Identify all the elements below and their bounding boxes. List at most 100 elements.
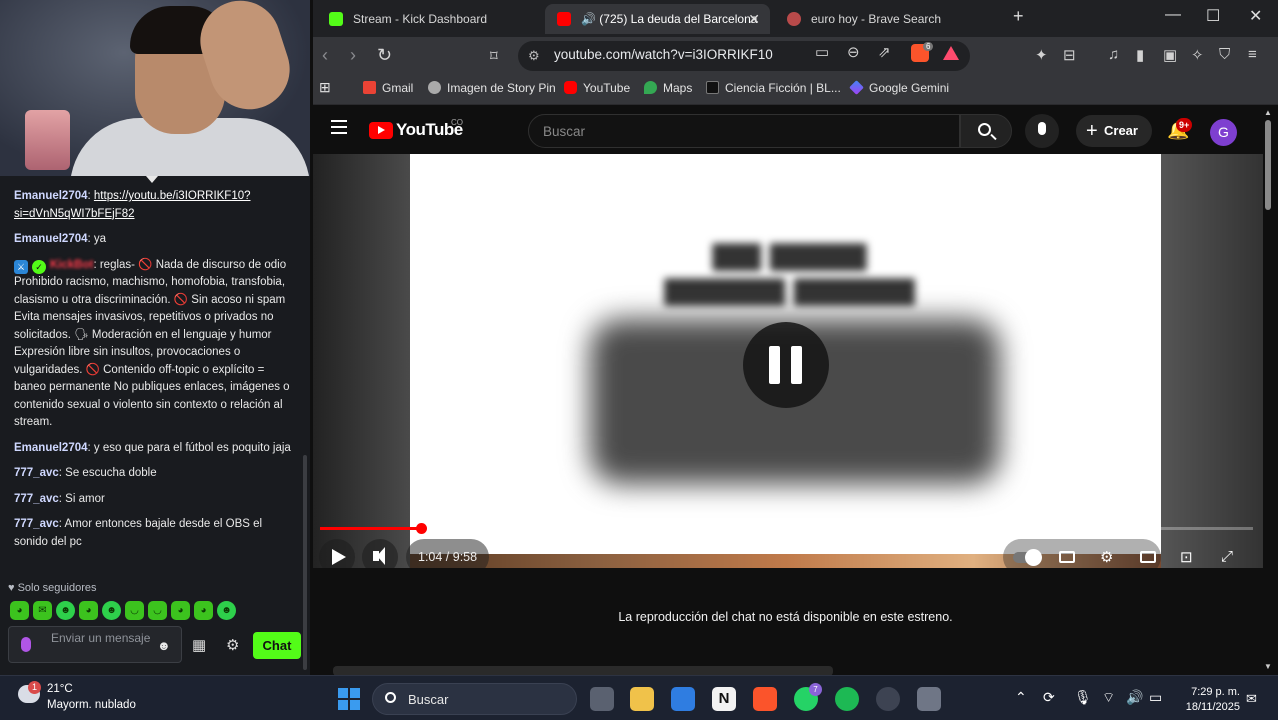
scrubber-handle[interactable] bbox=[415, 523, 427, 534]
volume-button[interactable] bbox=[362, 539, 398, 568]
youtube-search-input[interactable]: Buscar bbox=[528, 114, 960, 148]
sidebar-icon[interactable]: ▮ bbox=[1136, 46, 1144, 64]
speaker-icon[interactable]: 🔊 bbox=[1126, 689, 1143, 706]
bookmark-ciencia-ficcion[interactable]: Ciencia Ficción | BL... bbox=[706, 81, 841, 95]
progress-bar[interactable] bbox=[320, 523, 1253, 534]
emote-icon[interactable]: ☻ bbox=[56, 601, 75, 620]
leo-ai-icon[interactable]: ✧ bbox=[1191, 46, 1204, 64]
settings-gear-icon[interactable]: ⚙ bbox=[1100, 548, 1113, 566]
cast-icon[interactable]: ▭ bbox=[815, 43, 829, 61]
emoji-picker-icon[interactable]: ☻ bbox=[157, 638, 171, 653]
chat-settings-gear-icon[interactable]: ⚙ bbox=[226, 636, 239, 654]
tab-youtube-video[interactable]: 🔊 (725) La deuda del Barcelona ✕ bbox=[545, 4, 770, 34]
video-player[interactable]: ▆▆ ▆▆▆▆ ▆▆▆▆▆ ▆▆▆▆▆ 1:04 / 9:58 ⚙ ⊡ ⤢ bbox=[313, 154, 1263, 568]
emote-icon[interactable]: ◡ bbox=[148, 601, 167, 620]
notion-icon[interactable]: N bbox=[712, 687, 736, 711]
bookmark-youtube[interactable]: YouTube bbox=[564, 81, 630, 95]
task-view-icon[interactable] bbox=[590, 687, 614, 711]
chat-username[interactable]: 777_avc bbox=[14, 467, 59, 479]
calculator-icon[interactable] bbox=[917, 687, 941, 711]
share-icon[interactable]: ⇗ bbox=[878, 43, 891, 61]
fullscreen-icon[interactable]: ⤢ bbox=[1221, 548, 1233, 565]
bookmark-gmail[interactable]: Gmail bbox=[363, 81, 413, 95]
emote-icon[interactable]: ☻ bbox=[217, 601, 236, 620]
send-chat-button[interactable]: Chat bbox=[253, 632, 301, 659]
minimize-icon[interactable]: — bbox=[1165, 6, 1181, 24]
back-icon[interactable]: ‹ bbox=[322, 45, 328, 66]
chat-username[interactable]: KickBot bbox=[50, 259, 93, 271]
vpn-icon[interactable]: ⛉ bbox=[1219, 46, 1230, 63]
bookmark-gemini[interactable]: Google Gemini bbox=[849, 80, 949, 95]
chat-username[interactable]: Emanuel2704 bbox=[14, 442, 88, 454]
spotify-icon[interactable] bbox=[835, 687, 859, 711]
chat-scrollbar[interactable] bbox=[303, 455, 307, 670]
play-button[interactable] bbox=[319, 539, 355, 568]
zoom-icon[interactable]: ⊖ bbox=[847, 43, 860, 61]
brave-rewards-icon[interactable] bbox=[943, 46, 959, 60]
clock[interactable]: 7:29 p. m. 18/11/2025 bbox=[1178, 685, 1240, 715]
voice-search-button[interactable] bbox=[1025, 114, 1059, 148]
menu-icon[interactable]: ≡ bbox=[1248, 46, 1257, 63]
chat-username[interactable]: 777_avc bbox=[14, 493, 59, 505]
close-tab-icon[interactable]: ✕ bbox=[748, 4, 760, 34]
bookmark-story-pin[interactable]: Imagen de Story Pin bbox=[428, 81, 556, 95]
apps-grid-icon[interactable]: ⊞ bbox=[319, 79, 331, 96]
emote-icon[interactable]: ◕ bbox=[79, 601, 98, 620]
emote-icon[interactable]: ◕ bbox=[171, 601, 190, 620]
create-button[interactable]: + Crear bbox=[1076, 115, 1152, 147]
file-explorer-icon[interactable] bbox=[630, 687, 654, 711]
wallet-icon[interactable]: ▣ bbox=[1163, 46, 1177, 64]
bookmark-icon[interactable]: ⌑ bbox=[490, 47, 498, 65]
reader-icon[interactable]: ⊟ bbox=[1063, 46, 1076, 64]
taskbar-search[interactable]: Buscar bbox=[372, 683, 577, 715]
reload-icon[interactable]: ↻ bbox=[377, 45, 392, 66]
show-hidden-icons-chevron-icon[interactable]: ⌃ bbox=[1015, 689, 1027, 706]
forward-icon[interactable]: › bbox=[350, 45, 356, 66]
scroll-up-icon[interactable]: ▲ bbox=[1264, 108, 1272, 117]
tab-kick-dashboard[interactable]: Stream - Kick Dashboard bbox=[317, 4, 539, 34]
close-window-icon[interactable]: ✕ bbox=[1249, 6, 1262, 26]
battery-icon[interactable]: ▭ bbox=[1149, 689, 1162, 706]
miniplayer-icon[interactable] bbox=[1140, 551, 1156, 563]
wifi-icon[interactable]: ⌔ bbox=[1102, 689, 1115, 707]
windows-start-icon[interactable] bbox=[338, 688, 360, 710]
youtube-logo-icon[interactable] bbox=[369, 122, 393, 139]
hamburger-menu-icon[interactable] bbox=[331, 120, 347, 134]
emote-icon[interactable]: ◕ bbox=[194, 601, 213, 620]
emote-icon[interactable]: ◡ bbox=[125, 601, 144, 620]
subtitles-icon[interactable] bbox=[1059, 551, 1075, 563]
extensions-icon[interactable]: ✦ bbox=[1035, 46, 1048, 64]
emote-icon[interactable]: ✉ bbox=[33, 601, 52, 620]
youtube-search-button[interactable] bbox=[960, 114, 1012, 148]
audio-playing-icon[interactable]: 🔊 bbox=[581, 12, 596, 26]
page-scrollbar[interactable] bbox=[1265, 120, 1271, 210]
brave-browser-icon[interactable] bbox=[753, 687, 777, 711]
media-icon[interactable]: ♫ bbox=[1108, 46, 1119, 63]
autoplay-toggle[interactable] bbox=[1013, 549, 1042, 566]
weather-temperature[interactable]: 21°C bbox=[47, 683, 73, 695]
scroll-down-icon[interactable]: ▼ bbox=[1264, 662, 1272, 671]
store-icon[interactable]: ▦ bbox=[192, 636, 206, 654]
microphone-icon[interactable] bbox=[21, 637, 31, 652]
sync-icon[interactable]: ⟳ bbox=[1043, 689, 1055, 706]
tab-brave-search[interactable]: euro hoy - Brave Search bbox=[775, 4, 1000, 34]
site-info-icon[interactable]: ⚙ bbox=[528, 48, 540, 64]
chat-input[interactable]: Enviar un mensaje ☻ bbox=[8, 626, 182, 663]
emote-icon[interactable]: ☻ bbox=[102, 601, 121, 620]
obs-icon[interactable] bbox=[876, 687, 900, 711]
avatar[interactable]: G bbox=[1210, 119, 1237, 146]
emote-icon[interactable]: ◕ bbox=[10, 601, 29, 620]
address-bar[interactable]: ⚙ youtube.com/watch?v=i3IORRIKF10 bbox=[518, 41, 970, 71]
chat-username[interactable]: Emanuel2704 bbox=[14, 233, 88, 245]
chat-username[interactable]: Emanuel2704 bbox=[14, 190, 88, 202]
pause-overlay-icon[interactable] bbox=[743, 322, 829, 408]
maximize-icon[interactable]: ☐ bbox=[1206, 6, 1220, 26]
notification-center-icon[interactable]: ✉ bbox=[1246, 691, 1257, 707]
microphone-icon[interactable]: 🎙 bbox=[1074, 689, 1092, 706]
chat-username[interactable]: 777_avc bbox=[14, 518, 59, 530]
cast-icon[interactable]: ⊡ bbox=[1180, 548, 1193, 566]
bookmark-maps[interactable]: Maps bbox=[644, 81, 692, 95]
new-tab-plus-icon[interactable]: + bbox=[1013, 6, 1024, 27]
microsoft-store-icon[interactable] bbox=[671, 687, 695, 711]
weather-description[interactable]: Mayorm. nublado bbox=[47, 699, 136, 711]
